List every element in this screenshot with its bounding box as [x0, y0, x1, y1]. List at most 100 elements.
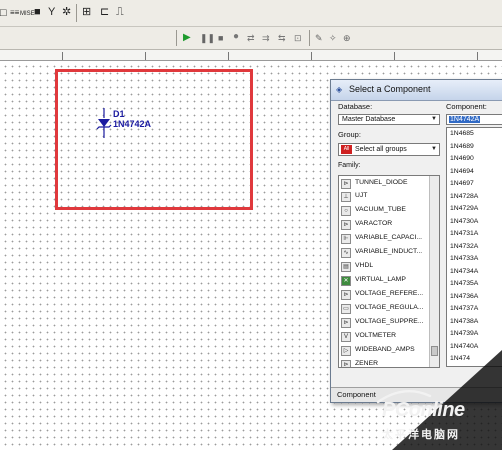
toolbar-item-partial[interactable]: □ — [0, 6, 7, 20]
voltage-suppressor-icon: ⊳ — [341, 318, 351, 328]
family-item[interactable]: ⊩ VARIABLE_CAPACI... — [341, 233, 429, 245]
family-label: Family: — [338, 162, 361, 169]
watermark-subtitle: 太平洋电脑网 — [382, 428, 460, 441]
list-item[interactable]: 1N4736A — [450, 293, 478, 300]
list-item[interactable]: 1N4685 — [450, 130, 474, 137]
family-item[interactable]: ○ VACUUM_TUBE — [341, 205, 429, 217]
voltage-regulator-icon: ▭ — [341, 304, 351, 314]
probe-icon[interactable]: Y — [48, 5, 55, 19]
step-over-button[interactable]: ⇉ — [262, 31, 270, 45]
probe-icon[interactable]: ✎ — [315, 31, 323, 45]
family-item[interactable]: ⊳ TUNNEL_DIODE — [341, 178, 429, 190]
toolbar-separator — [176, 30, 177, 46]
vhdl-icon: ▤ — [341, 262, 351, 272]
list-item[interactable]: 1N4740A — [450, 343, 478, 350]
interactive-icon[interactable]: ✧ — [329, 31, 337, 45]
monitor-icon[interactable]: ■ — [34, 5, 41, 19]
database-value: Master Database — [342, 116, 396, 123]
step-out-button[interactable]: ⇆ — [278, 31, 286, 45]
ruler-tick — [145, 52, 146, 60]
family-item[interactable]: ⊳ VOLTAGE_SUPPRE... — [341, 317, 429, 329]
family-item[interactable]: ⊥ UJT — [341, 191, 429, 203]
group-value: Select all groups — [355, 146, 407, 153]
list-item[interactable]: 1N4739A — [450, 330, 478, 337]
step-button[interactable]: ⇄ — [247, 31, 255, 45]
ruler-tick — [311, 52, 312, 60]
main-toolbar: □ ≡≡ MISE ■ Y ✲ ⊞ ⊏ ⎍ — [0, 0, 502, 27]
document-icon[interactable]: ⊞ — [82, 5, 91, 19]
family-item[interactable]: ⊳ VARACTOR — [341, 219, 429, 231]
highlight-box — [55, 69, 253, 210]
family-item[interactable]: ▤ VHDL — [341, 261, 429, 273]
group-select[interactable]: All Select all groups ▼ — [338, 143, 440, 156]
chevron-down-icon[interactable]: ▼ — [430, 116, 438, 123]
watermark: PConline 太平洋电脑网 — [358, 382, 502, 450]
variable-capacitor-icon: ⊩ — [341, 234, 351, 244]
list-item[interactable]: 1N4738A — [450, 318, 478, 325]
component-search-input[interactable]: 1N4742A — [446, 114, 502, 125]
group-label: Group: — [338, 130, 361, 139]
step-icon[interactable]: ⎍ — [116, 5, 124, 19]
record-button[interactable]: ● — [233, 30, 239, 44]
list-item[interactable]: 1N4689 — [450, 143, 474, 150]
list-item[interactable]: 1N4737A — [450, 305, 478, 312]
family-scrollbar[interactable] — [429, 176, 439, 367]
zener-icon: ⊳ — [341, 360, 351, 367]
ruler-tick — [477, 52, 478, 60]
stop-simulation-button[interactable]: ■ — [218, 31, 223, 45]
help-icon[interactable]: ⊕ — [343, 31, 351, 45]
varactor-icon: ⊳ — [341, 220, 351, 230]
list-item[interactable]: 1N4735A — [450, 280, 478, 287]
ruler-tick — [62, 52, 63, 60]
voltage-reference-icon: ⊳ — [341, 290, 351, 300]
family-item[interactable]: ⊳ VOLTAGE_REFERE... — [341, 289, 429, 301]
database-select[interactable]: Master Database ▼ — [338, 114, 440, 125]
run-simulation-button[interactable]: ▶ — [183, 31, 191, 45]
list-item[interactable]: 1N4690 — [450, 155, 474, 162]
gear-icon[interactable]: ✲ — [62, 5, 71, 19]
list-item[interactable]: 1N4694 — [450, 168, 474, 175]
list-item[interactable]: 1N4729A — [450, 205, 478, 212]
list-item[interactable]: 1N4731A — [450, 230, 478, 237]
virtual-lamp-icon: ✕ — [341, 276, 351, 286]
wideband-amp-icon: ▷ — [341, 346, 351, 356]
component-list[interactable]: 1N4685 1N4689 1N4690 1N4694 1N4697 1N472… — [446, 127, 502, 367]
bus-icon[interactable]: ≡≡ — [10, 6, 19, 20]
database-label: Database: — [338, 102, 373, 111]
family-item[interactable]: ✕ VIRTUAL_LAMP — [341, 275, 429, 287]
watermark-logo: PConline — [382, 399, 465, 421]
simulation-toolbar: ▶ ❚❚ ■ ● ⇄ ⇉ ⇆ ⊡ ✎ ✧ ⊕ — [0, 27, 502, 50]
toolbar-separator — [76, 4, 77, 22]
mise-button[interactable]: MISE — [20, 7, 35, 21]
group-icon: All — [341, 145, 352, 154]
list-item[interactable]: 1N4733A — [450, 255, 478, 262]
list-item[interactable]: 1N4730A — [450, 218, 478, 225]
dialog-title: Select a Component — [349, 84, 431, 94]
dialog-title-bar[interactable]: ◈ Select a Component — [331, 80, 502, 101]
toolbar-separator — [309, 30, 310, 46]
component-ref-label: D1 — [113, 109, 125, 119]
zener-diode-symbol[interactable] — [96, 108, 112, 138]
family-item[interactable]: V VOLTMETER — [341, 331, 429, 343]
list-item[interactable]: 1N4734A — [450, 268, 478, 275]
horizontal-ruler — [0, 50, 502, 61]
chevron-down-icon[interactable]: ▼ — [430, 146, 438, 153]
ruler-tick — [228, 52, 229, 60]
app-icon: ◈ — [336, 85, 343, 94]
hierarchy-icon[interactable]: ⊏ — [100, 5, 109, 19]
vacuum-tube-icon: ○ — [341, 206, 351, 216]
family-list[interactable]: ⊳ TUNNEL_DIODE ⊥ UJT ○ VACUUM_TUBE ⊳ VARACTO… — [338, 175, 440, 368]
component-input-value: 1N4742A — [449, 116, 481, 123]
list-item[interactable]: 1N4732A — [450, 243, 478, 250]
breakpoint-button[interactable]: ⊡ — [294, 31, 302, 45]
family-item[interactable]: ∿ VARIABLE_INDUCT... — [341, 247, 429, 259]
voltmeter-icon: V — [341, 332, 351, 342]
variable-inductor-icon: ∿ — [341, 248, 351, 258]
tunnel-diode-icon: ⊳ — [341, 179, 351, 189]
component-value-label: 1N4742A — [113, 119, 152, 129]
ujt-icon: ⊥ — [341, 192, 351, 202]
list-item[interactable]: 1N4728A — [450, 193, 478, 200]
family-item[interactable]: ▭ VOLTAGE_REGULA... — [341, 303, 429, 315]
pause-simulation-button[interactable]: ❚❚ — [200, 31, 215, 45]
list-item[interactable]: 1N4697 — [450, 180, 474, 187]
